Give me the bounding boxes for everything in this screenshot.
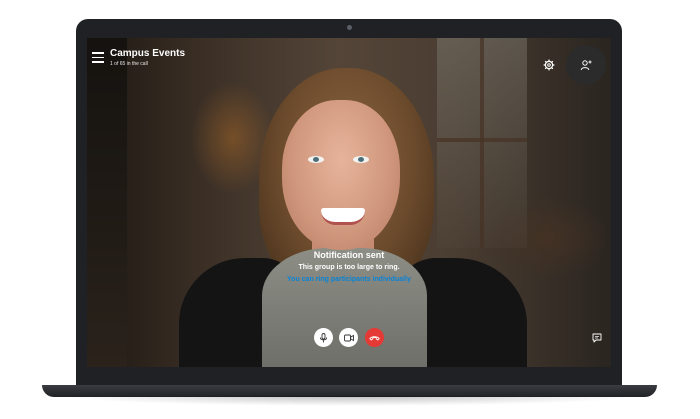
- mute-button[interactable]: [314, 328, 333, 347]
- window-frame: [480, 38, 484, 248]
- call-title: Campus Events: [110, 48, 186, 59]
- person-eye-left: [308, 156, 324, 163]
- call-screen: Campus Events 1 of 65 in the call Notifi…: [87, 38, 611, 367]
- laptop-shadow: [60, 396, 640, 406]
- video-camera-icon: [343, 334, 354, 341]
- add-person-icon: [580, 60, 592, 71]
- video-button[interactable]: [339, 328, 358, 347]
- microphone-icon: [319, 332, 328, 342]
- background-door: [87, 38, 127, 367]
- add-participant-button[interactable]: [566, 45, 606, 85]
- webcam-dot: [347, 25, 352, 30]
- notification-message: This group is too large to ring.: [298, 264, 400, 271]
- person-face: [282, 100, 400, 250]
- gear-icon[interactable]: [543, 58, 555, 71]
- notification-title: Notification sent: [313, 250, 385, 260]
- phone-hangup-icon: [369, 335, 380, 340]
- window-frame: [437, 138, 527, 142]
- chat-bubble-icon[interactable]: [592, 330, 602, 343]
- hamburger-menu-icon[interactable]: [92, 52, 104, 64]
- person-eye-right: [353, 156, 369, 163]
- person-smile: [321, 208, 365, 225]
- call-participant-count: 1 of 65 in the call: [110, 61, 148, 67]
- end-call-button[interactable]: [365, 328, 384, 347]
- ring-individually-link[interactable]: You can ring participants individually: [87, 276, 611, 283]
